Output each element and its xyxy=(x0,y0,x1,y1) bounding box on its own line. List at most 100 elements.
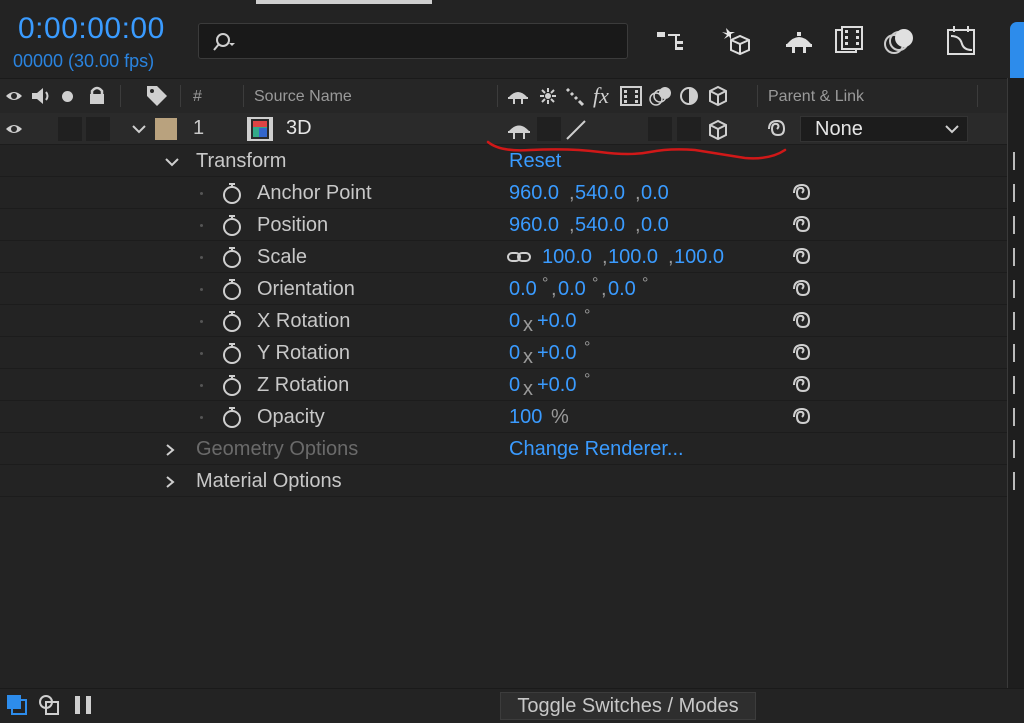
scale-z-value[interactable]: 100.0 xyxy=(674,246,724,269)
property-row-scale[interactable]: Scale 100.0 , 100.0 , 100.0 xyxy=(0,241,1007,273)
3d-layer-column-icon[interactable] xyxy=(707,85,729,107)
stopwatch-icon[interactable] xyxy=(220,405,244,429)
effects-column-icon[interactable]: fx xyxy=(593,83,609,109)
pickwhip-icon[interactable] xyxy=(791,278,813,300)
pickwhip-icon[interactable] xyxy=(791,182,813,204)
current-time-display[interactable]: 0:00:00:00 xyxy=(18,12,165,46)
x-rotation-degrees-value[interactable]: +0.0 xyxy=(537,310,576,333)
stopwatch-icon[interactable] xyxy=(220,341,244,365)
property-label: Orientation xyxy=(257,278,355,300)
column-source-name[interactable]: Source Name xyxy=(254,88,352,106)
label-tag-icon[interactable] xyxy=(145,84,169,108)
hide-shy-layers-icon[interactable] xyxy=(782,24,816,58)
timeline-graph-area[interactable] xyxy=(1007,78,1024,688)
orientation-z-value[interactable]: 0.0 xyxy=(608,278,636,301)
comma-separator: , xyxy=(569,182,575,204)
composition-layer-icon xyxy=(247,117,273,141)
motion-blur-icon[interactable] xyxy=(882,24,916,58)
graph-editor-icon[interactable] xyxy=(944,24,978,58)
row-dot xyxy=(200,384,203,387)
solo-icon[interactable] xyxy=(62,91,73,102)
orientation-x-value[interactable]: 0.0 xyxy=(509,278,537,301)
transform-group-row[interactable]: Transform Reset xyxy=(0,145,1007,177)
property-row-x-rotation[interactable]: X Rotation 0 x +0.0 ° xyxy=(0,305,1007,337)
column-header-row: # Source Name fx Parent & Link xyxy=(0,78,1007,114)
comma-separator: , xyxy=(551,278,557,300)
x-rotation-turns-value[interactable]: 0 xyxy=(509,310,520,333)
opacity-value[interactable]: 100 xyxy=(509,406,542,429)
video-visibility-icon[interactable] xyxy=(5,88,23,104)
frame-blending-icon[interactable] xyxy=(832,24,866,58)
draft-3d-icon[interactable] xyxy=(718,24,752,58)
audio-icon[interactable] xyxy=(30,86,52,106)
chevron-down-icon[interactable] xyxy=(131,123,147,135)
comma-separator: , xyxy=(635,214,641,236)
frame-blend-column-icon[interactable] xyxy=(620,86,642,106)
lock-icon[interactable] xyxy=(88,85,106,105)
column-parent-link[interactable]: Parent & Link xyxy=(768,88,864,106)
stopwatch-icon[interactable] xyxy=(220,309,244,333)
adjustment-layer-icon[interactable] xyxy=(679,86,699,106)
property-label: Position xyxy=(257,214,329,236)
property-row-opacity[interactable]: Opacity 100 % xyxy=(0,401,1007,433)
scale-x-value[interactable]: 100.0 xyxy=(542,246,592,269)
anchor-z-value[interactable]: 0.0 xyxy=(641,182,669,205)
property-row-y-rotation[interactable]: Y Rotation 0 x +0.0 ° xyxy=(0,337,1007,369)
chevron-down-icon[interactable] xyxy=(164,156,180,168)
position-y-value[interactable]: 540.0 xyxy=(575,214,625,237)
constrain-proportions-link-icon[interactable] xyxy=(506,249,532,265)
layer-switches-pane-icon[interactable] xyxy=(6,694,28,716)
z-rotation-degrees-value[interactable]: +0.0 xyxy=(537,374,576,397)
chevron-right-icon[interactable] xyxy=(164,475,176,489)
pickwhip-icon[interactable] xyxy=(791,342,813,364)
collapse-transform-icon[interactable] xyxy=(539,87,557,105)
row-dot xyxy=(200,320,203,323)
shy-switch-header-icon[interactable] xyxy=(507,86,529,106)
change-renderer-link[interactable]: Change Renderer... xyxy=(509,438,684,461)
layer-name[interactable]: 3D xyxy=(286,117,312,140)
pickwhip-icon[interactable] xyxy=(791,310,813,332)
layer-search-input[interactable] xyxy=(198,23,628,59)
y-rotation-degrees-value[interactable]: +0.0 xyxy=(537,342,576,365)
position-x-value[interactable]: 960.0 xyxy=(509,214,559,237)
z-rotation-turns-value[interactable]: 0 xyxy=(509,374,520,397)
audio-switch[interactable] xyxy=(58,117,82,141)
material-options-row[interactable]: Material Options xyxy=(0,465,1007,497)
stopwatch-icon[interactable] xyxy=(220,373,244,397)
stopwatch-icon[interactable] xyxy=(220,181,244,205)
stopwatch-icon[interactable] xyxy=(220,245,244,269)
parent-dropdown[interactable]: None xyxy=(800,116,968,142)
label-color-swatch[interactable] xyxy=(155,118,177,140)
orientation-y-value[interactable]: 0.0 xyxy=(558,278,586,301)
property-label: Scale xyxy=(257,246,308,268)
transfer-controls-pane-icon[interactable] xyxy=(38,694,60,716)
geometry-options-row[interactable]: Geometry Options Change Renderer... xyxy=(0,433,1007,465)
pickwhip-icon[interactable] xyxy=(791,374,813,396)
row-dot xyxy=(200,352,203,355)
motion-blur-column-icon[interactable] xyxy=(648,85,674,107)
pickwhip-icon[interactable] xyxy=(791,406,813,428)
property-row-z-rotation[interactable]: Z Rotation 0 x +0.0 ° xyxy=(0,369,1007,401)
stopwatch-icon[interactable] xyxy=(220,213,244,237)
toggle-switches-modes-button[interactable]: Toggle Switches / Modes xyxy=(500,692,756,720)
quality-icon[interactable] xyxy=(565,87,585,107)
lock-switch[interactable] xyxy=(86,117,110,141)
anchor-y-value[interactable]: 540.0 xyxy=(575,182,625,205)
property-row-anchor-point[interactable]: Anchor Point 960.0 , 540.0 , 0.0 xyxy=(0,177,1007,209)
scale-y-value[interactable]: 100.0 xyxy=(608,246,658,269)
layer-visibility-eye-icon[interactable] xyxy=(5,122,23,136)
composition-flowchart-icon[interactable] xyxy=(654,24,688,58)
anchor-x-value[interactable]: 960.0 xyxy=(509,182,559,205)
row-dot xyxy=(200,288,203,291)
in-out-duration-pane-icon[interactable] xyxy=(72,694,94,716)
pickwhip-icon[interactable] xyxy=(791,214,813,236)
property-row-orientation[interactable]: Orientation 0.0 ° , 0.0 ° , 0.0 ° xyxy=(0,273,1007,305)
y-rotation-turns-value[interactable]: 0 xyxy=(509,342,520,365)
transform-reset-link[interactable]: Reset xyxy=(509,150,561,173)
position-z-value[interactable]: 0.0 xyxy=(641,214,669,237)
chevron-right-icon[interactable] xyxy=(164,443,176,457)
pickwhip-icon[interactable] xyxy=(791,246,813,268)
bracket-column xyxy=(1013,152,1015,492)
stopwatch-icon[interactable] xyxy=(220,277,244,301)
property-row-position[interactable]: Position 960.0 , 540.0 , 0.0 xyxy=(0,209,1007,241)
